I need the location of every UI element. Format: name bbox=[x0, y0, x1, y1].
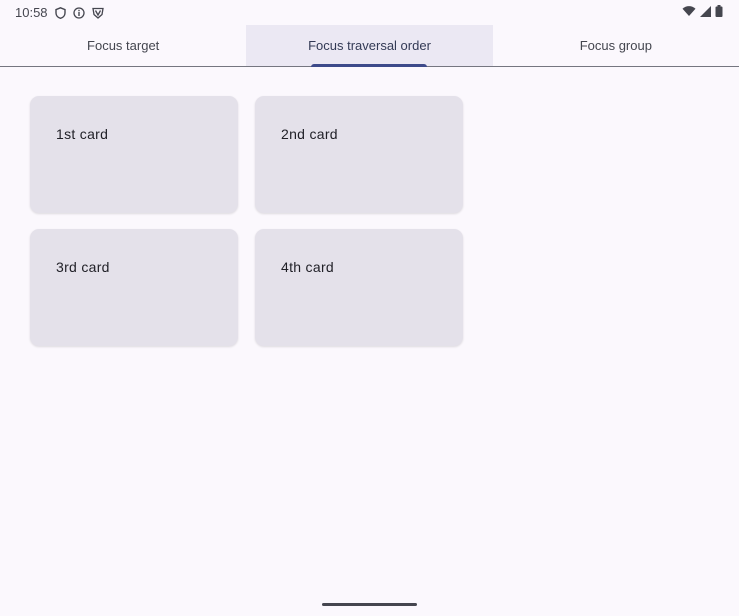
wifi-icon bbox=[682, 5, 696, 20]
tab-indicator bbox=[311, 64, 428, 67]
card-2[interactable]: 2nd card bbox=[255, 96, 463, 213]
card-label: 2nd card bbox=[281, 126, 338, 142]
card-4[interactable]: 4th card bbox=[255, 229, 463, 346]
card-label: 1st card bbox=[56, 126, 109, 142]
tab-label: Focus traversal order bbox=[308, 38, 431, 53]
shield-icon bbox=[54, 6, 67, 19]
battery-icon bbox=[715, 5, 723, 20]
gesture-navigation-bar[interactable] bbox=[322, 603, 417, 606]
tab-focus-traversal-order[interactable]: Focus traversal order bbox=[246, 25, 493, 67]
card-3[interactable]: 3rd card bbox=[30, 229, 238, 346]
tab-focus-target[interactable]: Focus target bbox=[0, 25, 246, 66]
signal-icon bbox=[700, 5, 711, 20]
tab-row: Focus target Focus traversal order Focus… bbox=[0, 25, 739, 67]
card-label: 4th card bbox=[281, 259, 334, 275]
tab-label: Focus target bbox=[87, 38, 160, 53]
vpn-icon bbox=[92, 6, 105, 19]
status-left: 10:58 bbox=[15, 5, 105, 20]
tab-focus-group[interactable]: Focus group bbox=[493, 25, 739, 66]
card-1[interactable]: 1st card bbox=[30, 96, 238, 213]
info-icon bbox=[73, 6, 86, 19]
tab-label: Focus group bbox=[579, 38, 652, 53]
card-label: 3rd card bbox=[56, 259, 110, 275]
cards-grid: 1st card 2nd card 3rd card 4th card bbox=[30, 96, 463, 346]
status-time: 10:58 bbox=[15, 5, 48, 20]
status-bar: 10:58 bbox=[0, 0, 739, 25]
status-right bbox=[682, 5, 723, 20]
app-screen: 10:58 Focus target Focus traversal order… bbox=[0, 0, 739, 616]
